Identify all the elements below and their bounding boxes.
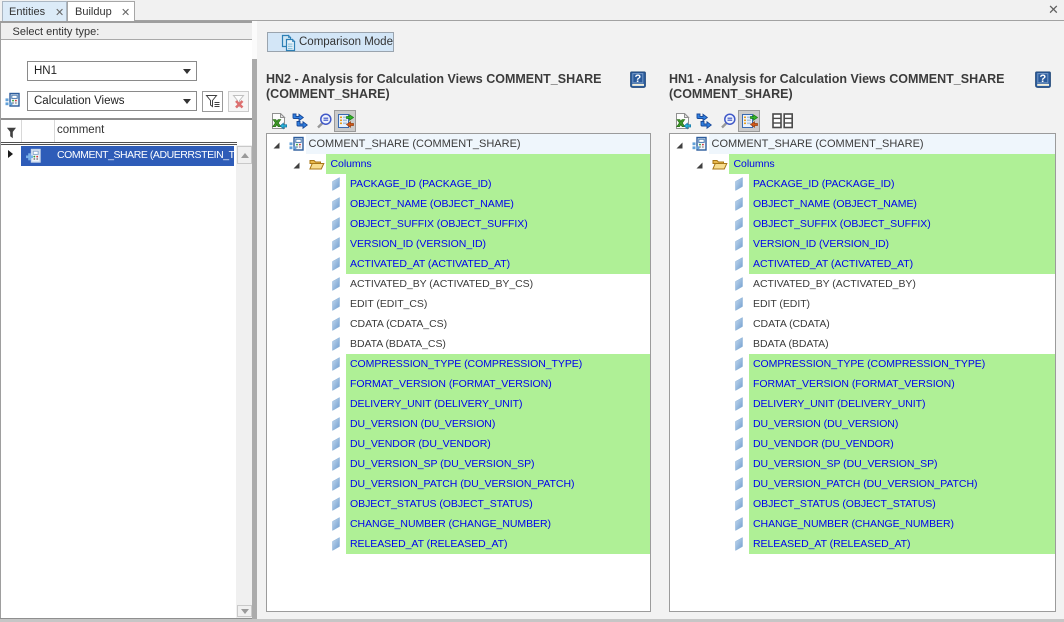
svg-text:?: ? — [1040, 73, 1047, 85]
svg-text:?: ? — [635, 73, 642, 85]
